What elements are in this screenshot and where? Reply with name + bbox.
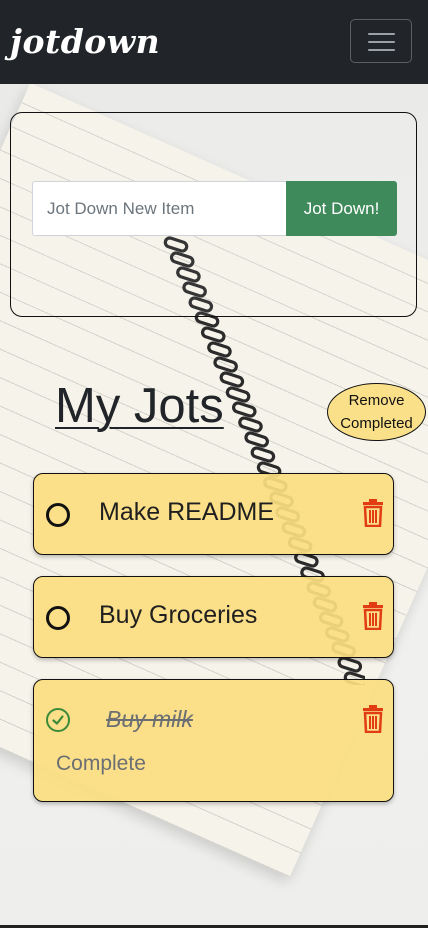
circle-icon[interactable]	[46, 606, 70, 630]
todo-text: Buy Groceries	[99, 601, 258, 629]
brand-logo[interactable]: jotdown	[10, 22, 160, 61]
new-item-input[interactable]	[32, 181, 287, 236]
trash-icon[interactable]	[362, 602, 384, 631]
todo-text: Buy milk	[106, 706, 193, 732]
todo-text: Make README	[99, 498, 275, 526]
menu-toggle-button[interactable]	[350, 19, 412, 63]
circle-icon[interactable]	[46, 503, 70, 527]
remove-completed-button[interactable]: Remove Completed	[327, 383, 426, 441]
status-label: Complete	[56, 752, 146, 775]
page-title: My Jots	[55, 379, 224, 433]
todo-item-completed: Buy milk Complete	[33, 679, 394, 802]
todo-item: Buy Groceries	[33, 576, 394, 658]
trash-icon[interactable]	[362, 705, 384, 734]
navbar: jotdown	[0, 0, 428, 84]
trash-icon[interactable]	[362, 499, 384, 528]
check-circle-icon[interactable]	[46, 708, 70, 732]
todo-item: Make README	[33, 473, 394, 555]
jot-down-button[interactable]: Jot Down!	[286, 181, 397, 236]
